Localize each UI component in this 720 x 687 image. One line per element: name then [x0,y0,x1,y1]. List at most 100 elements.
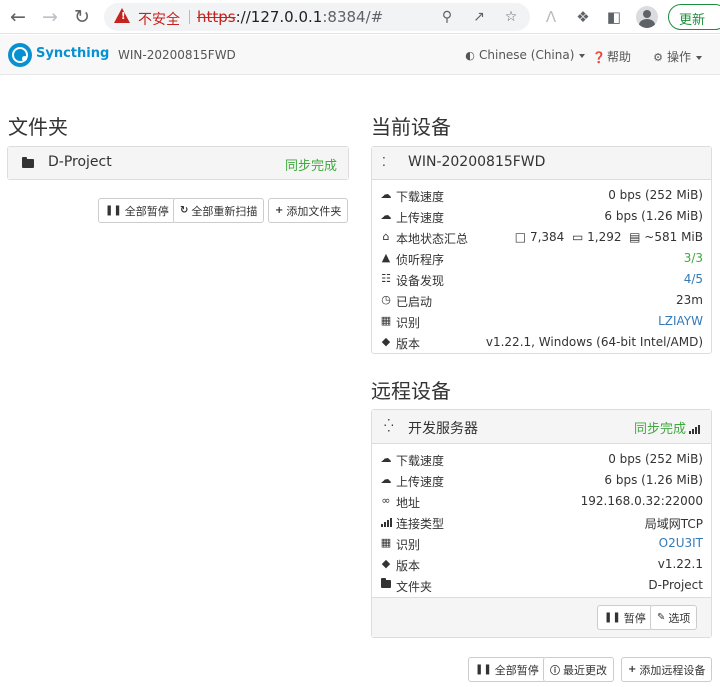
signal-icon [689,425,700,434]
back-arrow-icon[interactable]: ← [6,5,30,29]
help-menu[interactable]: ❓帮助 [592,48,631,65]
share-icon[interactable]: ↗ [470,8,488,26]
row-value: 0 bps (252 MiB) [608,188,703,202]
extension-a-icon[interactable]: Λ [541,7,561,27]
remote-status-label: 同步完成 [633,422,686,437]
syncthing-logo-icon[interactable] [8,43,32,67]
remote-download-row: ☁ 下载速度 0 bps (252 MiB) [380,449,704,470]
remote-conn-type-row: 连接类型 局域网TCP [380,512,703,533]
dir-count: 1,292 [587,230,622,244]
recent-changes-button[interactable]: ⓘ 最近更改 [543,657,614,682]
row-label: 设备发现 [396,274,445,288]
device-options-button[interactable]: ✎ 选项 [650,605,698,630]
bookmark-star-icon[interactable]: ☆ [502,8,520,26]
tag-icon: ◆ [381,557,391,570]
folder-panel-d-project[interactable]: D-Project 同步完成 [7,146,349,180]
add-remote-device-button[interactable]: + 添加远程设备 [621,657,713,682]
row-label: 下载速度 [396,190,445,204]
puzzle-icon[interactable]: ❖ [573,7,593,27]
row-label: 识别 [396,538,421,552]
question-circle-icon: ❓ [592,51,606,64]
add-device-label: 添加远程设备 [639,663,706,677]
row-label: 版本 [396,337,421,351]
remote-devices-heading: 远程设备 [371,379,451,403]
zoom-icon[interactable]: ⚲ [438,8,456,26]
plus-icon: + [628,664,637,675]
row-value: 局域网TCP [644,517,703,531]
row-value: 0 bps (252 MiB) [608,452,703,466]
help-label: 帮助 [607,50,632,64]
add-folder-button[interactable]: + 添加文件夹 [268,198,349,223]
row-value: 6 bps (1.26 MiB) [604,209,703,223]
actions-label: 操作 [667,50,692,64]
device-id-row: ▦ 识别 LZIAYW [380,311,703,332]
options-label: 选项 [668,611,691,625]
refresh-icon: ↻ [180,205,189,216]
remote-device-name: 开发服务器 [408,421,478,437]
row-label: 文件夹 [396,580,433,594]
remote-upload-row: ☁ 上传速度 6 bps (1.26 MiB) [380,470,704,491]
row-label: 上传速度 [396,475,445,489]
rescan-all-button[interactable]: ↻ 全部重新扫描 [173,198,265,223]
cloud-upload-icon: ☁ [380,473,392,486]
device-id-link[interactable]: LZIAYW [658,314,703,328]
identicon-icon: ⁚ [382,155,386,169]
reload-icon[interactable]: ↻ [70,5,94,29]
pause-all-devices-label: 全部暂停 [494,663,539,677]
row-label: 识别 [396,316,421,330]
chevron-down-icon [579,53,586,58]
profile-avatar[interactable] [636,6,658,28]
folders-heading: 文件夹 [8,115,68,139]
remote-device-panel: ⁛ 开发服务器 同步完成 ☁ 下载速度 0 bps (252 MiB) ☁ 上传… [371,409,712,638]
app-navbar: Syncthing WIN-20200815FWD ◐ Chinese (Chin… [0,35,720,75]
row-value: 6 bps (1.26 MiB) [604,473,703,487]
url-host: ://127.0.0.1 [235,8,323,26]
discovery-row: ☷ 设备发现 4/5 [380,269,703,290]
link-icon: ∞ [381,494,391,507]
version-row: ◆ 版本 v1.22.1, Windows (64-bit Intel/AMD) [380,332,703,353]
browser-toolbar: ← → ↻ ! 不安全 https://127.0.0.1:8384/# ⚲ ↗… [0,0,720,34]
pause-all-folders-button[interactable]: ❚❚ 全部暂停 [98,198,176,223]
chevron-down-icon [696,55,703,60]
download-rate-row: ☁ 下载速度 0 bps (252 MiB) [380,185,704,206]
remote-id-link[interactable]: O2U3IT [659,536,703,550]
home-icon: ⌂ [382,230,390,243]
listeners-value[interactable]: 3/3 [684,251,703,265]
this-device-header[interactable]: ⁚ WIN-20200815FWD [372,147,711,180]
update-button[interactable]: 更新 [668,4,720,30]
rescan-all-label: 全部重新扫描 [191,204,258,218]
pause-all-devices-button[interactable]: ❚❚ 全部暂停 [468,657,546,682]
remote-folders-row: 文件夹 D-Project [380,575,703,596]
actions-menu[interactable]: ⚙ 操作 [652,48,703,65]
pause-icon: ❚❚ [105,205,122,216]
row-label: 已启动 [396,295,433,309]
pencil-icon: ✎ [657,612,666,623]
brand-name[interactable]: Syncthing [36,46,109,61]
security-label[interactable]: 不安全 [138,9,180,29]
remote-address-row: ∞ 地址 192.168.0.32:22000 [380,491,703,512]
folder-icon [380,578,392,591]
language-label: Chinese (China) [479,48,575,62]
address-divider [189,10,190,24]
forward-arrow-icon[interactable]: → [38,5,62,29]
row-label: 下载速度 [396,454,445,468]
file-icon: □ [514,230,527,244]
url-path: :8384/# [322,8,384,26]
url-text[interactable]: https://127.0.0.1:8384/# [197,8,383,26]
file-count: 7,384 [529,230,565,244]
folder-outline-icon: ▭ [571,230,584,244]
globe-icon: ◐ [465,49,475,62]
row-value: D-Project [648,578,703,592]
pause-device-button[interactable]: ❚❚ 暂停 [597,605,653,630]
total-size: ~581 MiB [644,230,703,244]
qrcode-icon: ▦ [380,314,392,327]
address-bar[interactable]: ! 不安全 https://127.0.0.1:8384/# ⚲ ↗ ☆ [104,3,530,31]
folder-name: D-Project [48,154,112,170]
language-dropdown[interactable]: ◐ Chinese (China) [464,48,586,62]
discovery-value[interactable]: 4/5 [684,272,703,286]
remote-device-header[interactable]: ⁛ 开发服务器 同步完成 [372,410,711,444]
remote-version-row: ◆ 版本 v1.22.1 [380,554,703,575]
side-panel-icon[interactable]: ◧ [604,7,624,27]
remote-device-status: 同步完成 [633,418,700,437]
row-value: v1.22.1, Windows (64-bit Intel/AMD) [485,335,703,349]
